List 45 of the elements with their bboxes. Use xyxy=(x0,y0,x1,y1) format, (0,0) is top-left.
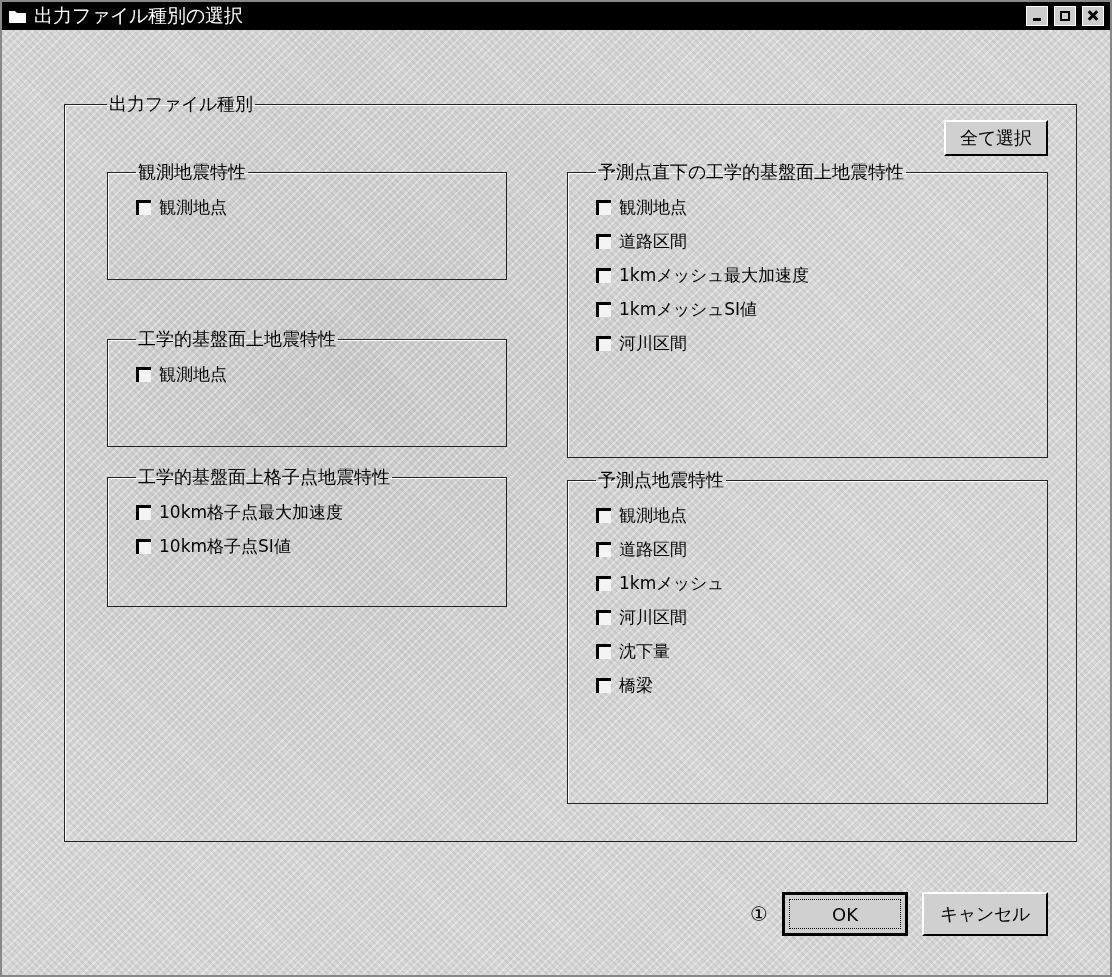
checkbox[interactable] xyxy=(596,644,611,659)
checkbox[interactable] xyxy=(136,505,151,520)
group-title: 工学的基盤面上地震特性 xyxy=(137,327,337,351)
close-button[interactable] xyxy=(1082,6,1104,26)
folder-icon xyxy=(8,8,28,24)
checkbox-label: 橋梁 xyxy=(619,674,653,697)
maximize-button[interactable] xyxy=(1054,6,1076,26)
checkbox[interactable] xyxy=(136,200,151,215)
checkbox[interactable] xyxy=(596,508,611,523)
checkbox-label: 観測地点 xyxy=(619,504,687,527)
checkbox[interactable] xyxy=(596,610,611,625)
group-title: 予測点直下の工学的基盤面上地震特性 xyxy=(597,160,905,184)
window-title: 出力ファイル種別の選択 xyxy=(34,3,244,28)
group-title: 観測地震特性 xyxy=(137,160,247,184)
checkbox-label: 観測地点 xyxy=(619,196,687,219)
checkbox-label: 1kmメッシュ最大加速度 xyxy=(619,264,810,287)
checkbox[interactable] xyxy=(596,234,611,249)
checkbox[interactable] xyxy=(596,576,611,591)
checkbox[interactable] xyxy=(596,302,611,317)
checkbox[interactable] xyxy=(136,539,151,554)
checkbox[interactable] xyxy=(136,367,151,382)
checkbox-label: 沈下量 xyxy=(619,640,670,663)
select-all-button[interactable]: 全て選択 xyxy=(944,120,1048,156)
checkbox-label: 河川区間 xyxy=(619,606,687,629)
checkbox-label: 観測地点 xyxy=(159,363,227,386)
checkbox-label: 河川区間 xyxy=(619,332,687,355)
ok-button[interactable]: OK xyxy=(782,892,908,936)
group-title: 工学的基盤面上格子点地震特性 xyxy=(137,465,391,489)
checkbox-label: 道路区間 xyxy=(619,230,687,253)
checkbox-label: 道路区間 xyxy=(619,538,687,561)
checkbox[interactable] xyxy=(596,542,611,557)
checkbox[interactable] xyxy=(596,268,611,283)
annotation-number: ① xyxy=(750,902,768,926)
checkbox[interactable] xyxy=(596,200,611,215)
checkbox-label: 1kmメッシュSI値 xyxy=(619,298,758,321)
checkbox[interactable] xyxy=(596,678,611,693)
group-title: 出力ファイル種別 xyxy=(108,92,254,116)
group-title: 予測点地震特性 xyxy=(597,468,725,492)
checkbox-label: 10km格子点最大加速度 xyxy=(159,501,344,524)
minimize-button[interactable] xyxy=(1026,6,1048,26)
cancel-button[interactable]: キャンセル xyxy=(922,892,1048,936)
checkbox-label: 観測地点 xyxy=(159,196,227,219)
checkbox-label: 10km格子点SI値 xyxy=(159,535,291,558)
checkbox[interactable] xyxy=(596,336,611,351)
checkbox-label: 1kmメッシュ xyxy=(619,572,725,595)
